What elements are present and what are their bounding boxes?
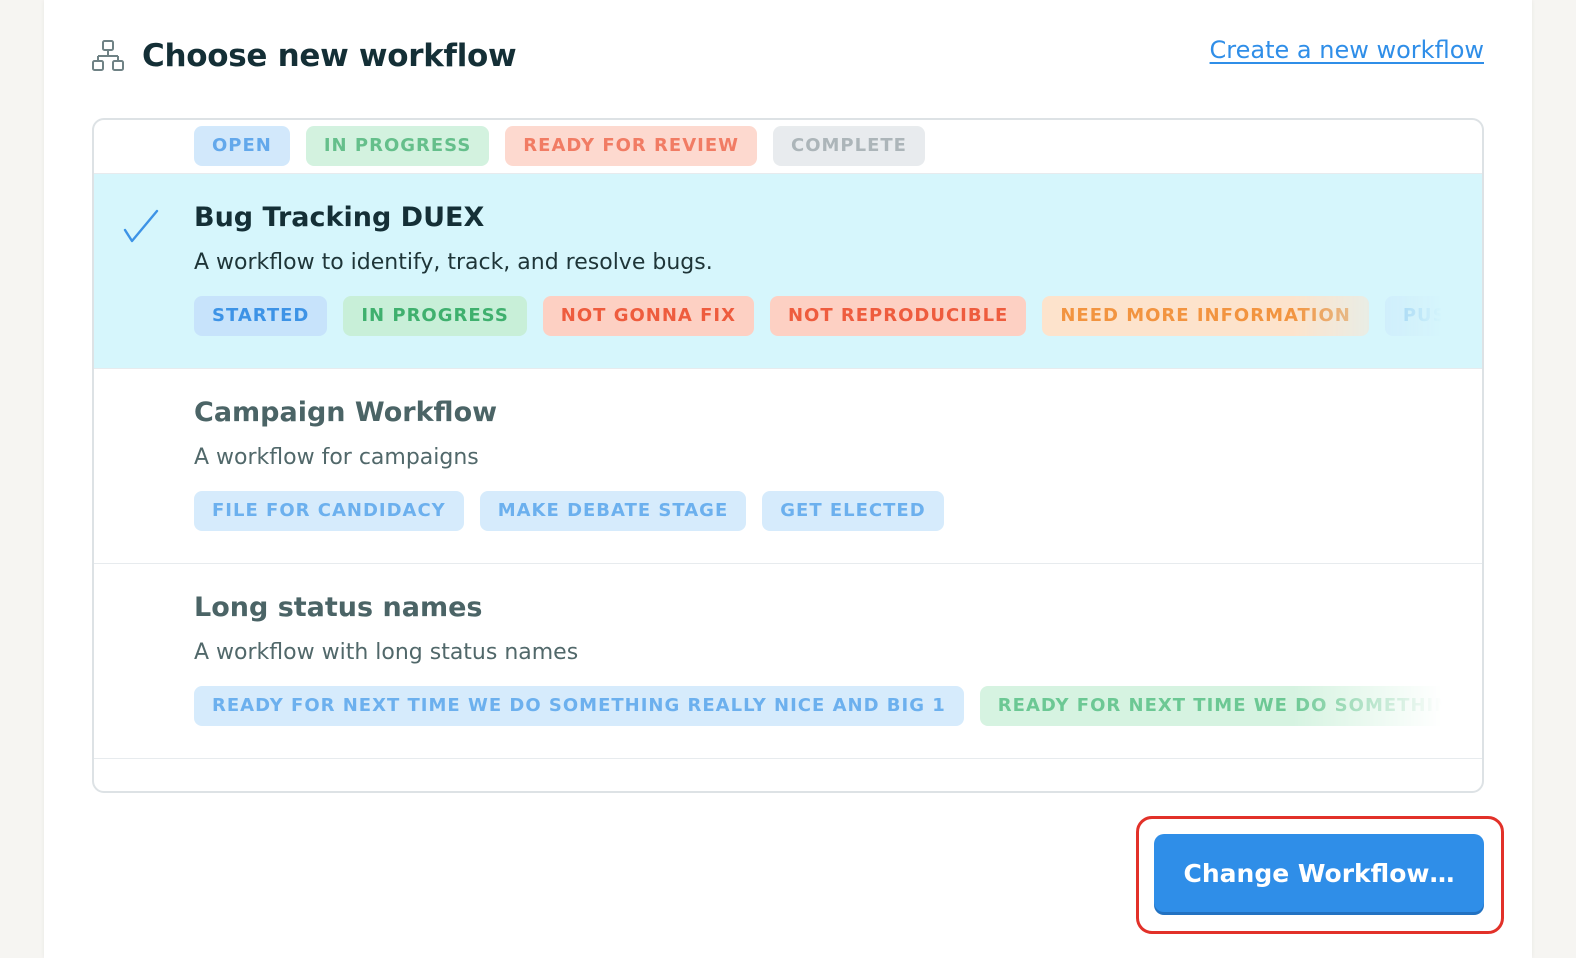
status-chip: GET ELECTED: [762, 491, 944, 531]
status-chip: OPEN: [194, 126, 290, 166]
status-chip: READY FOR REVIEW: [505, 126, 757, 166]
status-chip: READY FOR NEXT TIME WE DO SOMETHING REAL…: [194, 686, 964, 726]
page-title: Choose new workflow: [142, 38, 517, 74]
workflow-row-long-status-names[interactable]: Long status names A workflow with long s…: [94, 564, 1482, 759]
workflow-title: Bug Tracking DUEX: [194, 202, 485, 233]
header: Choose new workflow Create a new workflo…: [90, 36, 1484, 80]
status-chip: IN PROGRESS: [343, 296, 527, 336]
status-chips: STARTED IN PROGRESS NOT GONNA FIX NOT RE…: [194, 296, 1442, 338]
status-chips: OPEN IN PROGRESS READY FOR REVIEW COMPLE…: [194, 126, 1442, 168]
status-chip: IN PROGRESS: [305, 126, 490, 166]
workflow-description: A workflow for campaigns: [194, 445, 479, 470]
checkmark-icon: [123, 209, 159, 243]
status-chip: FILE FOR CANDIDACY: [194, 491, 464, 531]
create-workflow-link[interactable]: Create a new workflow: [1210, 36, 1484, 64]
status-chip: NOT REPRODUCIBLE: [769, 296, 1027, 336]
workflow-hierarchy-icon: [92, 40, 124, 71]
workflow-row-campaign[interactable]: Campaign Workflow A workflow for campaig…: [94, 369, 1482, 564]
status-chips: FILE FOR CANDIDACY MAKE DEBATE STAGE GET…: [194, 491, 1442, 533]
status-chip: NEED MORE INFORMATION: [1042, 296, 1369, 336]
workflow-title: Long status names: [194, 592, 483, 623]
workflow-row-partial[interactable]: OPEN IN PROGRESS READY FOR REVIEW COMPLE…: [94, 120, 1482, 174]
workflow-description: A workflow with long status names: [194, 640, 579, 665]
status-chip: READY FOR NEXT TIME WE DO SOMETHING REAL…: [979, 686, 1442, 726]
status-chip: STARTED: [194, 296, 328, 336]
status-chip: NOT GONNA FIX: [542, 296, 754, 336]
workflow-row-bug-tracking[interactable]: Bug Tracking DUEX A workflow to identify…: [94, 174, 1482, 369]
workflow-description: A workflow to identify, track, and resol…: [194, 250, 713, 275]
status-chips: READY FOR NEXT TIME WE DO SOMETHING REAL…: [194, 686, 1442, 728]
status-chip: COMPLETE: [772, 126, 925, 166]
workflow-panel: Choose new workflow Create a new workflo…: [44, 0, 1532, 958]
change-workflow-button[interactable]: Change Workflow…: [1154, 834, 1484, 912]
status-chip: PUSHED B: [1384, 296, 1442, 336]
workflow-title: Campaign Workflow: [194, 397, 498, 428]
status-chip: MAKE DEBATE STAGE: [479, 491, 747, 531]
workflow-list[interactable]: OPEN IN PROGRESS READY FOR REVIEW COMPLE…: [92, 118, 1484, 793]
